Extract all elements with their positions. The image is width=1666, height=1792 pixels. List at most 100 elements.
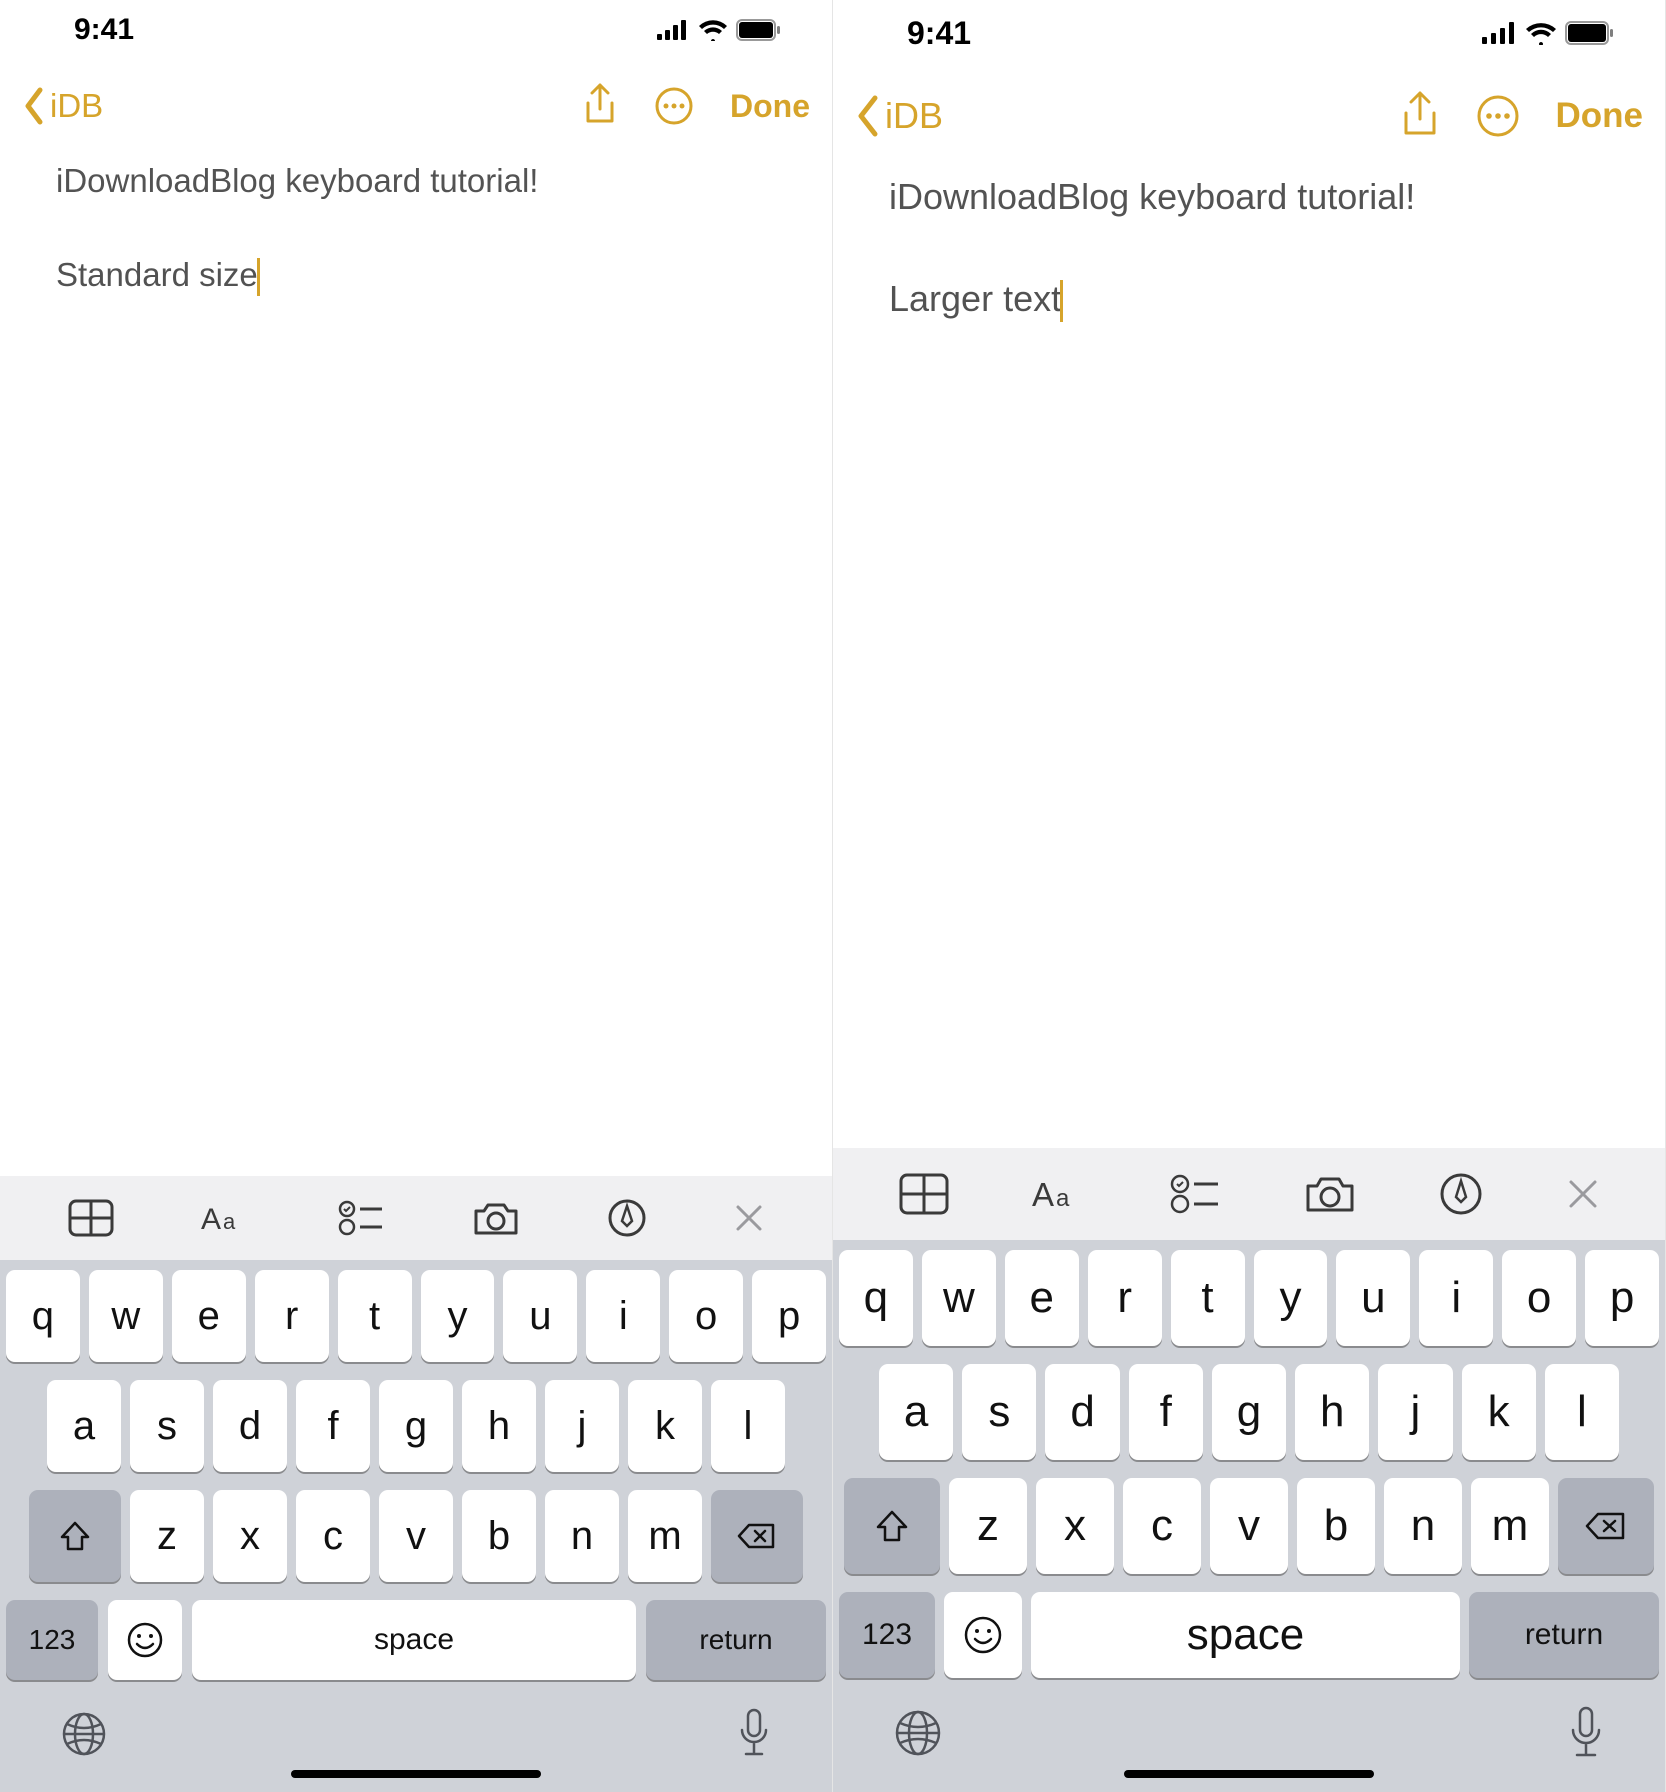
close-toolbar-button[interactable] <box>734 1203 764 1233</box>
key-q[interactable]: q <box>6 1270 80 1362</box>
key-r[interactable]: r <box>1088 1250 1162 1346</box>
key-p[interactable]: p <box>752 1270 826 1362</box>
done-button[interactable]: Done <box>730 88 810 125</box>
text-format-button[interactable]: Aa <box>201 1199 251 1237</box>
key-d[interactable]: d <box>1045 1364 1119 1460</box>
key-x[interactable]: x <box>213 1490 287 1582</box>
key-s[interactable]: s <box>130 1380 204 1472</box>
shift-key[interactable] <box>29 1490 121 1582</box>
shift-key[interactable] <box>844 1478 940 1574</box>
key-x[interactable]: x <box>1036 1478 1114 1574</box>
markup-button[interactable] <box>1439 1172 1483 1216</box>
back-label: iDB <box>50 87 103 125</box>
table-button[interactable] <box>899 1173 949 1215</box>
key-v[interactable]: v <box>379 1490 453 1582</box>
key-k[interactable]: k <box>1462 1364 1536 1460</box>
checklist-button[interactable] <box>338 1199 384 1237</box>
key-r[interactable]: r <box>255 1270 329 1362</box>
key-a[interactable]: a <box>879 1364 953 1460</box>
space-key[interactable]: space <box>1031 1592 1460 1678</box>
emoji-key[interactable] <box>108 1600 182 1680</box>
return-key[interactable]: return <box>1469 1592 1659 1678</box>
phone-standard: 9:41 April 28, 2023 at 3:18 PM iDB Done … <box>0 0 833 1792</box>
key-j[interactable]: j <box>1378 1364 1452 1460</box>
key-t[interactable]: t <box>1171 1250 1245 1346</box>
key-w[interactable]: w <box>922 1250 996 1346</box>
back-button[interactable]: iDB <box>855 94 943 138</box>
return-key[interactable]: return <box>646 1600 826 1680</box>
camera-icon <box>1304 1173 1356 1215</box>
key-c[interactable]: c <box>1123 1478 1201 1574</box>
space-key[interactable]: space <box>192 1600 636 1680</box>
key-v[interactable]: v <box>1210 1478 1288 1574</box>
done-button[interactable]: Done <box>1556 96 1644 136</box>
key-m[interactable]: m <box>1471 1478 1549 1574</box>
key-f[interactable]: f <box>1129 1364 1203 1460</box>
key-n[interactable]: n <box>1384 1478 1462 1574</box>
key-z[interactable]: z <box>949 1478 1027 1574</box>
globe-key[interactable] <box>893 1708 943 1758</box>
key-p[interactable]: p <box>1585 1250 1659 1346</box>
key-f[interactable]: f <box>296 1380 370 1472</box>
key-e[interactable]: e <box>172 1270 246 1362</box>
key-k[interactable]: k <box>628 1380 702 1472</box>
key-n[interactable]: n <box>545 1490 619 1582</box>
key-b[interactable]: b <box>462 1490 536 1582</box>
home-indicator[interactable] <box>1124 1770 1374 1778</box>
key-d[interactable]: d <box>213 1380 287 1472</box>
text-format-button[interactable]: Aa <box>1032 1173 1086 1215</box>
key-g[interactable]: g <box>379 1380 453 1472</box>
key-c[interactable]: c <box>296 1490 370 1582</box>
dictation-key[interactable] <box>1567 1706 1605 1760</box>
more-button[interactable] <box>654 86 694 126</box>
wifi-icon <box>698 19 728 41</box>
close-toolbar-button[interactable] <box>1567 1178 1599 1210</box>
key-j[interactable]: j <box>545 1380 619 1472</box>
key-y[interactable]: y <box>1254 1250 1328 1346</box>
key-i[interactable]: i <box>586 1270 660 1362</box>
checklist-button[interactable] <box>1170 1173 1220 1215</box>
home-indicator[interactable] <box>291 1770 541 1778</box>
share-button[interactable] <box>582 83 618 129</box>
share-icon <box>1400 91 1440 141</box>
key-g[interactable]: g <box>1212 1364 1286 1460</box>
key-u[interactable]: u <box>503 1270 577 1362</box>
dictation-key[interactable] <box>736 1708 772 1760</box>
key-h[interactable]: h <box>462 1380 536 1472</box>
backspace-key[interactable] <box>711 1490 803 1582</box>
key-u[interactable]: u <box>1336 1250 1410 1346</box>
key-e[interactable]: e <box>1005 1250 1079 1346</box>
back-button[interactable]: iDB <box>22 86 103 126</box>
numbers-key[interactable]: 123 <box>6 1600 98 1680</box>
key-a[interactable]: a <box>47 1380 121 1472</box>
note-content[interactable]: iDownloadBlog keyboard tutorial! Larger … <box>833 166 1665 1148</box>
more-button[interactable] <box>1476 94 1520 138</box>
key-t[interactable]: t <box>338 1270 412 1362</box>
camera-button[interactable] <box>472 1199 520 1237</box>
key-i[interactable]: i <box>1419 1250 1493 1346</box>
numbers-key[interactable]: 123 <box>839 1592 935 1678</box>
cellular-icon <box>1481 22 1517 44</box>
emoji-key[interactable] <box>944 1592 1022 1678</box>
globe-key[interactable] <box>60 1710 108 1758</box>
key-o[interactable]: o <box>669 1270 743 1362</box>
markup-button[interactable] <box>607 1198 647 1238</box>
camera-button[interactable] <box>1304 1173 1356 1215</box>
key-y[interactable]: y <box>421 1270 495 1362</box>
backspace-key[interactable] <box>1558 1478 1654 1574</box>
key-w[interactable]: w <box>89 1270 163 1362</box>
key-q[interactable]: q <box>839 1250 913 1346</box>
status-bar: 9:41 <box>833 0 1665 66</box>
key-m[interactable]: m <box>628 1490 702 1582</box>
share-button[interactable] <box>1400 91 1440 141</box>
key-o[interactable]: o <box>1502 1250 1576 1346</box>
key-s[interactable]: s <box>962 1364 1036 1460</box>
note-content[interactable]: iDownloadBlog keyboard tutorial! Standar… <box>0 152 832 1176</box>
key-h[interactable]: h <box>1295 1364 1369 1460</box>
key-l[interactable]: l <box>1545 1364 1619 1460</box>
ellipsis-circle-icon <box>1476 94 1520 138</box>
table-button[interactable] <box>68 1199 114 1237</box>
key-b[interactable]: b <box>1297 1478 1375 1574</box>
key-l[interactable]: l <box>711 1380 785 1472</box>
key-z[interactable]: z <box>130 1490 204 1582</box>
